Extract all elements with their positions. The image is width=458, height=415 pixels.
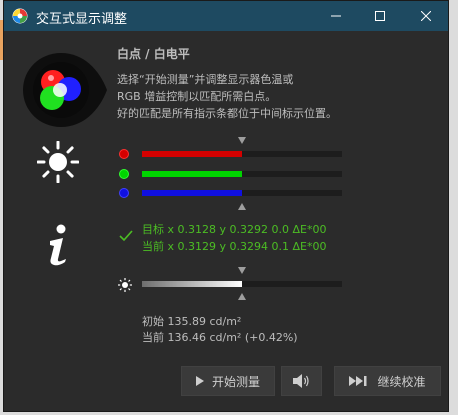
rgb-target-marker-bottom (238, 203, 246, 210)
interactive-display-adjustment-window: 交互式显示调整 白点 / 白电平 选择“开始测量”并调整显示器色温或 RGB 增… (3, 0, 449, 412)
window-title: 交互式显示调整 (36, 12, 128, 27)
green-gain-fill (142, 171, 242, 177)
description: 选择“开始测量”并调整显示器色温或 RGB 增益控制以匹配所需白点。 好的匹配是… (117, 71, 447, 122)
close-button[interactable] (404, 1, 448, 31)
description-line: RGB 增益控制以匹配所需白点。 (117, 90, 277, 103)
current-reading: 当前 x 0.3129 y 0.3294 0.1 ΔE*00 (142, 240, 327, 253)
continue-calibration-label: 继续校准 (377, 374, 426, 389)
speaker-icon (292, 374, 309, 388)
play-icon (195, 376, 204, 386)
luminance-marker-bottom (238, 293, 246, 300)
close-icon (421, 11, 431, 21)
content-area: 白点 / 白电平 选择“开始测量”并调整显示器色温或 RGB 增益控制以匹配所需… (4, 31, 448, 413)
current-luminance: 当前 136.46 cd/m² (+0.42%) (142, 331, 298, 344)
green-gain-bar (142, 171, 342, 177)
check-icon (119, 230, 133, 242)
minimize-button[interactable] (314, 1, 358, 31)
page-heading: 白点 / 白电平 (117, 47, 190, 61)
sun-icon (37, 141, 79, 183)
green-indicator-dot (119, 169, 129, 179)
app-icon (12, 8, 28, 24)
maximize-button[interactable] (358, 1, 402, 31)
titlebar: 交互式显示调整 (4, 1, 448, 31)
small-sun-icon (118, 278, 132, 292)
start-measurement-button[interactable]: 开始测量 (181, 366, 275, 396)
rgb-target-marker-top (238, 137, 246, 144)
start-measurement-label: 开始测量 (211, 374, 260, 389)
luminance-marker-top (238, 267, 246, 274)
luminance-bar (142, 281, 342, 287)
red-gain-bar (142, 151, 342, 157)
target-reading: 目标 x 0.3128 y 0.3292 0.0 ΔE*00 (142, 223, 327, 236)
minimize-icon (331, 15, 341, 17)
description-line: 选择“开始测量”并调整显示器色温或 (117, 73, 294, 86)
red-indicator-dot (119, 149, 129, 159)
continue-calibration-button[interactable]: 继续校准 (334, 366, 441, 396)
luminance-fill (142, 281, 242, 287)
blue-indicator-dot (119, 188, 129, 198)
blue-gain-fill (142, 190, 242, 196)
description-line: 好的匹配是所有指示条都位于中间标示位置。 (117, 107, 337, 120)
sound-toggle-button[interactable] (281, 366, 322, 396)
blue-gain-bar (142, 190, 342, 196)
red-gain-fill (142, 151, 242, 157)
initial-luminance: 初始 135.89 cd/m² (142, 315, 242, 328)
skip-forward-icon (349, 376, 367, 386)
info-icon (50, 224, 66, 266)
rgb-logo-icon (23, 53, 107, 127)
maximize-icon (375, 11, 385, 21)
